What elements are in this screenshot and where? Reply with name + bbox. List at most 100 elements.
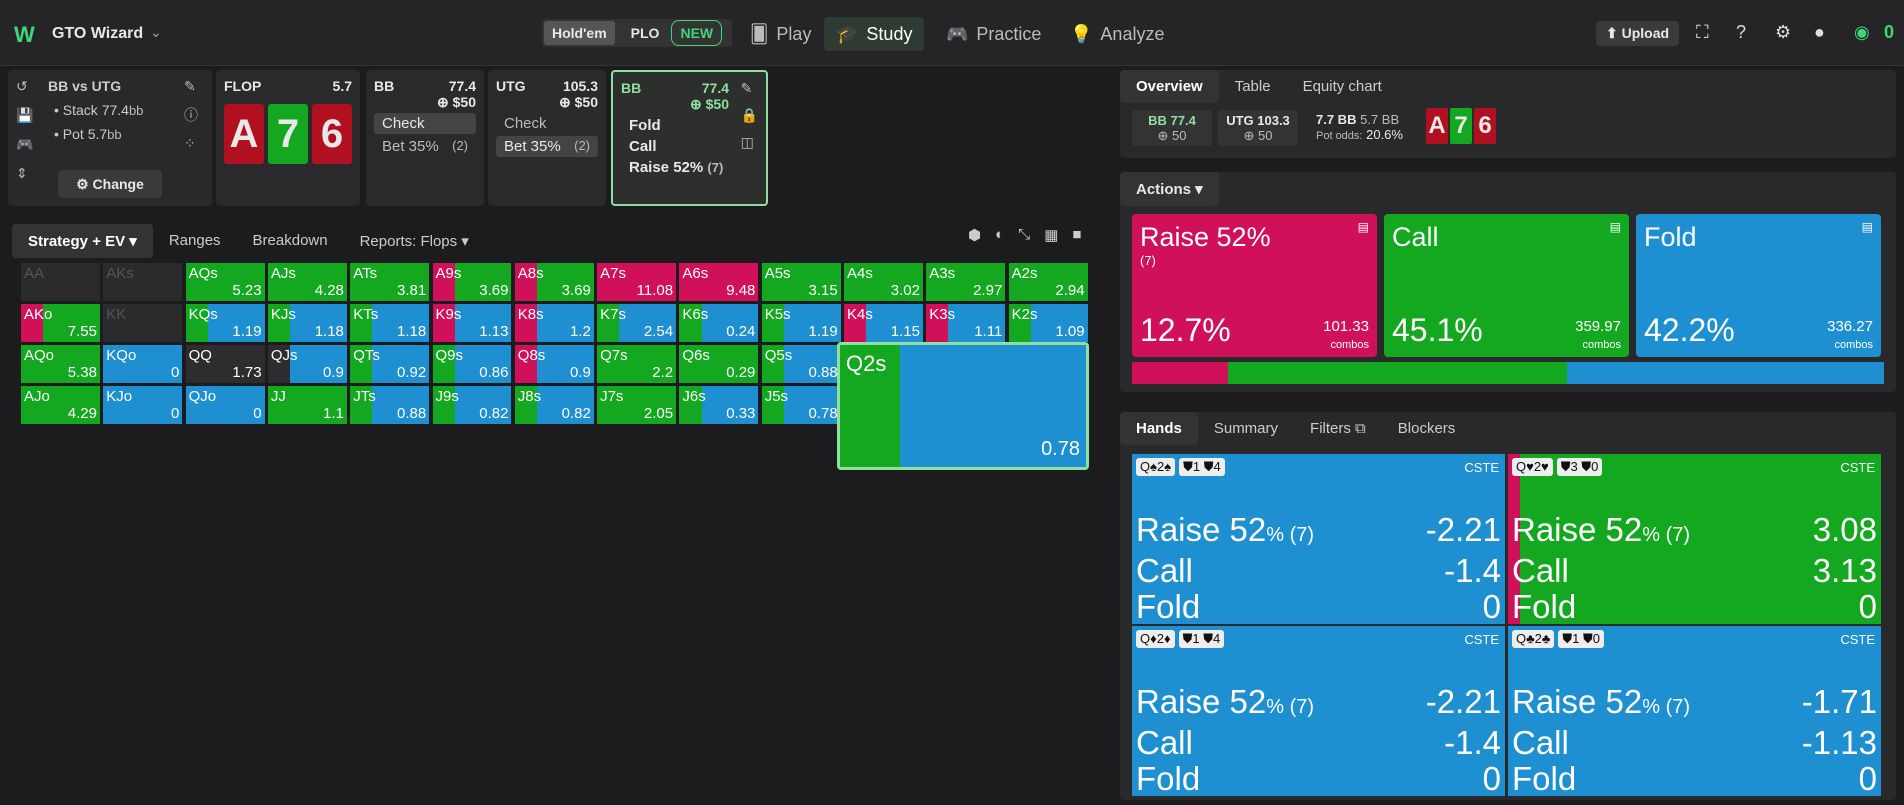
note-icon[interactable]: ▤ <box>1610 220 1621 234</box>
range-cell[interactable]: K7s 2.54 <box>596 302 678 343</box>
tab-reports[interactable]: Reports: Flops ▾ <box>344 224 485 258</box>
note-icon[interactable]: ▤ <box>1358 220 1369 234</box>
tab-equity-chart[interactable]: Equity chart <box>1287 70 1398 103</box>
user-icon[interactable]: ● <box>1814 22 1825 43</box>
hand-card[interactable]: Q♦2♦ ⛊1 ⛊4 CSTE Raise 52% (7) -2.21 Call -1.4 F… <box>1132 626 1505 796</box>
save-icon[interactable]: 💾 <box>16 107 33 124</box>
utg-action-card[interactable]: UTG 105.3 ⊕ $50 Check Bet 35% (2) <box>488 70 606 206</box>
range-cell[interactable]: J6s 0.33 <box>678 384 760 425</box>
range-cell[interactable]: QJs 0.9 <box>266 343 348 384</box>
info-icon[interactable]: ⓘ <box>184 105 198 125</box>
hand-card[interactable]: Q♥2♥ ⛊3 ⛊0 CSTE Raise 52% (7) 3.08 Call 3.13 Fo… <box>1508 454 1881 624</box>
call-action[interactable]: Call <box>621 136 758 157</box>
range-cell[interactable]: AJo 4.29 <box>20 384 101 425</box>
bb-action-card[interactable]: BB 77.4 ⊕ $50 Check Bet 35% (2) <box>366 70 484 206</box>
range-cell[interactable]: K2s 1.09 <box>1007 302 1089 343</box>
range-cell[interactable]: KK <box>102 302 184 343</box>
range-cell[interactable]: KTs 1.18 <box>349 302 431 343</box>
nav-practice[interactable]: 🎮 Practice <box>934 17 1053 51</box>
change-button[interactable]: ⚙ Change <box>58 170 162 198</box>
range-cell[interactable]: AKs <box>102 262 184 302</box>
nav-analyze[interactable]: 💡 Analyze <box>1058 17 1176 51</box>
cube-icon[interactable]: ⬢ <box>968 226 981 244</box>
range-cell[interactable]: Q6s 0.29 <box>678 343 760 384</box>
range-cell[interactable]: J9s 0.82 <box>431 384 513 425</box>
fold-action[interactable]: Fold <box>621 115 758 136</box>
tab-breakdown[interactable]: Breakdown <box>237 224 344 258</box>
help-icon[interactable]: ? <box>1736 22 1746 43</box>
range-cell[interactable]: A4s 3.02 <box>843 262 924 302</box>
range-cell[interactable]: A6s 9.48 <box>678 262 760 302</box>
collapse-icon[interactable]: ⇕ <box>16 165 33 182</box>
edit-icon[interactable]: ✎ <box>184 78 198 95</box>
gamepad-icon[interactable]: 🎮 <box>16 136 33 153</box>
range-cell[interactable]: A2s 2.94 <box>1007 262 1089 302</box>
logo[interactable]: W <box>14 22 35 48</box>
range-cell[interactable]: AA <box>20 262 101 302</box>
range-cell[interactable]: AQo 5.38 <box>20 343 101 384</box>
lock-icon[interactable]: 🔒 <box>741 107 758 124</box>
range-cell[interactable]: K4s 1.15 <box>843 302 924 343</box>
reset-icon[interactable]: ↺ <box>16 78 33 95</box>
contrast-icon[interactable]: ◐ <box>995 226 1004 244</box>
range-cell[interactable]: AJs 4.28 <box>266 262 348 302</box>
range-cell[interactable]: QQ 1.73 <box>184 343 266 384</box>
tab-table[interactable]: Table <box>1219 70 1287 103</box>
actions-dropdown[interactable]: Actions ▾ <box>1120 172 1219 206</box>
strategy-dropdown[interactable]: Strategy + EV ▾ <box>12 224 153 258</box>
plo-toggle[interactable]: PLO NEW <box>615 20 730 46</box>
range-cell[interactable]: J8s 0.82 <box>513 384 595 425</box>
range-cell[interactable]: QJo 0 <box>184 384 266 425</box>
range-cell[interactable]: KQs 1.19 <box>184 302 266 343</box>
range-cell[interactable]: A9s 3.69 <box>431 262 513 302</box>
range-cell[interactable]: Q9s 0.86 <box>431 343 513 384</box>
range-cell[interactable]: Q7s 2.2 <box>596 343 678 384</box>
bet-action[interactable]: Bet 35% (2) <box>374 136 476 157</box>
range-cell[interactable]: AQs 5.23 <box>184 262 266 302</box>
action-card[interactable]: Raise 52% (7) ▤ 12.7% 101.33 combos <box>1132 214 1377 357</box>
dots-icon[interactable]: ⁘ <box>184 135 198 152</box>
range-cell[interactable]: KJs 1.18 <box>266 302 348 343</box>
range-cell[interactable]: K9s 1.13 <box>431 302 513 343</box>
screenshot-icon[interactable]: ⛶ <box>1696 22 1709 43</box>
range-cell[interactable]: J7s 2.05 <box>596 384 678 425</box>
action-card[interactable]: Fold ▤ 42.2% 336.27 combos <box>1636 214 1881 357</box>
range-cell[interactable]: A8s 3.69 <box>513 262 595 302</box>
expand-icon[interactable]: ⤡ <box>1018 226 1030 244</box>
action-card[interactable]: Call ▤ 45.1% 359.97 combos <box>1384 214 1629 357</box>
range-cell[interactable]: K5s 1.19 <box>760 302 842 343</box>
coin-icon[interactable]: ◉ <box>1854 22 1870 43</box>
nav-study[interactable]: 🎓 Study <box>824 17 925 51</box>
range-cell[interactable]: A5s 3.15 <box>760 262 842 302</box>
range-cell[interactable]: K3s 1.11 <box>925 302 1007 343</box>
tab-blockers[interactable]: Blockers <box>1382 412 1472 445</box>
check-action[interactable]: Check <box>374 113 476 134</box>
square-icon[interactable]: ■ <box>1072 226 1081 244</box>
tab-filters[interactable]: Filters ⧉ <box>1294 412 1382 445</box>
range-cell[interactable]: J5s 0.78 <box>760 384 842 425</box>
range-cell[interactable]: KJo 0 <box>102 384 184 425</box>
bet-action[interactable]: Bet 35% (2) <box>496 136 598 157</box>
hand-card[interactable]: Q♣2♣ ⛊1 ⛊0 CSTE Raise 52% (7) -1.71 Call -1.13… <box>1508 626 1881 796</box>
chevron-down-icon[interactable]: ⌄ <box>150 24 162 41</box>
upload-button[interactable]: ⬆ Upload <box>1596 21 1680 46</box>
range-cell[interactable]: A3s 2.97 <box>925 262 1007 302</box>
tab-overview[interactable]: Overview <box>1120 70 1219 103</box>
range-cell[interactable]: AKo 7.55 <box>20 302 101 343</box>
edit-icon[interactable]: ✎ <box>741 80 758 97</box>
note-icon[interactable]: ▤ <box>1862 220 1873 234</box>
range-cell[interactable]: K6s 0.24 <box>678 302 760 343</box>
flop-card[interactable]: FLOP 5.7 A 7 6 <box>216 70 360 206</box>
range-cell[interactable]: QTs 0.92 <box>349 343 431 384</box>
hand-card[interactable]: Q♠2♠ ⛊1 ⛊4 CSTE Raise 52% (7) -2.21 Call -1.4 F… <box>1132 454 1505 624</box>
tab-ranges[interactable]: Ranges <box>153 224 237 258</box>
range-cell[interactable]: Q8s 0.9 <box>513 343 595 384</box>
range-cell[interactable]: KQo 0 <box>102 343 184 384</box>
range-cell[interactable]: K8s 1.2 <box>513 302 595 343</box>
brand-name[interactable]: GTO Wizard <box>52 25 143 43</box>
range-cell[interactable]: JTs 0.88 <box>349 384 431 425</box>
grid-icon[interactable]: ▦ <box>1044 226 1058 244</box>
range-cell[interactable]: JJ 1.1 <box>266 384 348 425</box>
tab-hands[interactable]: Hands <box>1120 412 1198 445</box>
bb-current-card[interactable]: BB 77.4 ⊕ $50 Fold Call Raise 52% (7) ✎ 🔒 ◫ <box>611 70 768 206</box>
